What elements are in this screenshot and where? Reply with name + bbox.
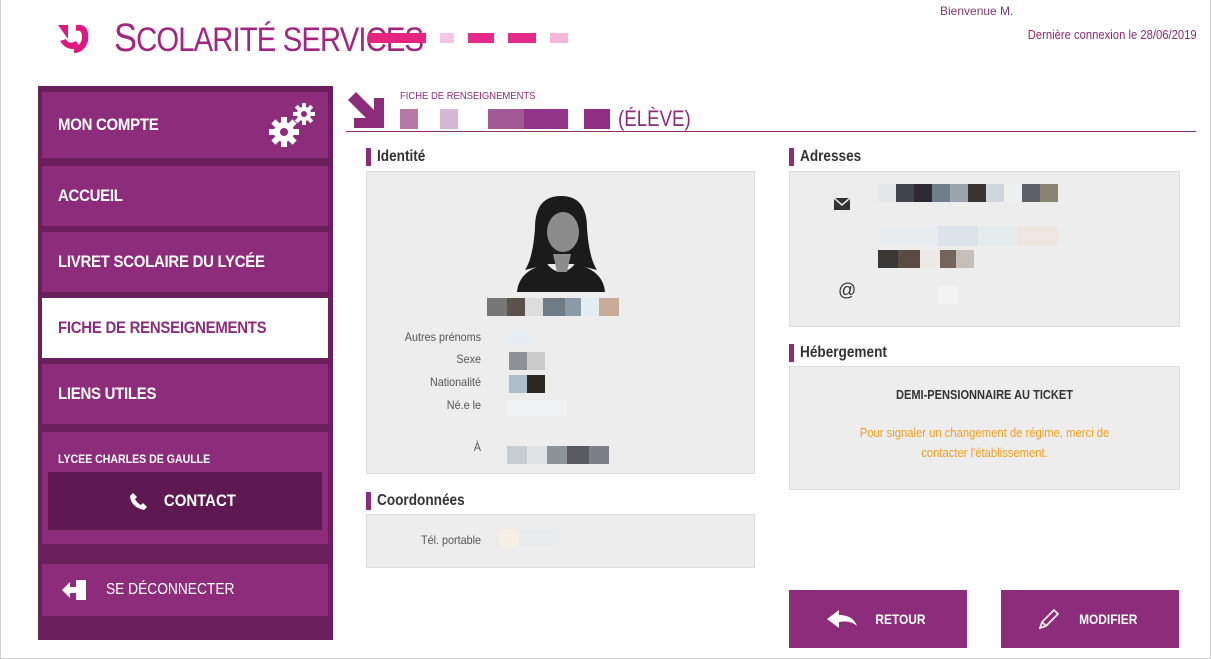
sidebar-item-label: ACCUEIL bbox=[58, 186, 123, 205]
title-divider bbox=[346, 131, 1196, 132]
logout-icon bbox=[62, 580, 86, 600]
identite-section-title: Identité bbox=[366, 148, 434, 166]
gears-icon bbox=[269, 103, 315, 147]
adresses-panel: @ bbox=[789, 171, 1180, 327]
school-box: LYCEE CHARLES DE GAULLE CONTACT bbox=[42, 432, 328, 544]
pencil-icon bbox=[1038, 608, 1059, 630]
sexe-value bbox=[509, 352, 545, 370]
lieu-naissance-value bbox=[507, 446, 609, 464]
sidebar-item-label: FICHE DE RENSEIGNEMENTS bbox=[58, 318, 267, 337]
envelope-icon bbox=[834, 198, 850, 210]
role-suffix: (ÉLÈVE) bbox=[618, 106, 691, 131]
date-naissance-value bbox=[507, 400, 567, 416]
sidebar-item-mon-compte[interactable]: MON COMPTE bbox=[42, 92, 328, 158]
sexe-label: Sexe bbox=[456, 352, 481, 366]
hebergement-section-title: Hébergement bbox=[789, 344, 902, 362]
adresses-section-title: Adresses bbox=[789, 148, 872, 166]
email-value-redacted bbox=[938, 286, 958, 304]
regime-change-message: Pour signaler un changement de régime, m… bbox=[859, 426, 1110, 460]
welcome-text: Bienvenue M. bbox=[940, 4, 1014, 18]
page-subtitle: FICHE DE RENSEIGNEMENTS bbox=[400, 90, 536, 102]
title-arrow-icon bbox=[348, 92, 384, 128]
sidebar-item-label: MON COMPTE bbox=[58, 115, 159, 134]
sidebar-item-fiche-renseignements[interactable]: FICHE DE RENSEIGNEMENTS bbox=[42, 298, 328, 358]
modifier-button[interactable]: MODIFIER bbox=[1001, 590, 1179, 648]
student-name-redacted bbox=[487, 298, 619, 316]
sidebar-item-livret-scolaire[interactable]: LIVRET SCOLAIRE DU LYCÉE bbox=[42, 232, 328, 292]
retour-button[interactable]: RETOUR bbox=[789, 590, 967, 648]
postal-address-line3-redacted bbox=[878, 250, 974, 268]
sidebar: MON COMPTE ACCUEIL LIVRET SCOLAIRE DU LY… bbox=[38, 86, 333, 640]
regime-text: DEMI-PENSIONNAIRE AU TICKET bbox=[895, 387, 1074, 402]
date-naissance-label: Né.e le bbox=[446, 398, 481, 412]
email-icon: @ bbox=[838, 280, 857, 300]
sidebar-item-accueil[interactable]: ACCUEIL bbox=[42, 166, 328, 226]
tel-portable-value bbox=[499, 529, 559, 547]
phone-icon bbox=[130, 493, 148, 510]
lieu-naissance-label: À bbox=[473, 440, 481, 454]
nationalite-label: Nationalité bbox=[429, 375, 481, 389]
identite-panel: Autres prénoms Sexe Nationalité Né.e le … bbox=[366, 171, 755, 474]
page-title: (ÉLÈVE) bbox=[400, 106, 704, 132]
coordonnees-section-title: Coordonnées bbox=[366, 492, 480, 510]
autres-prenoms-label: Autres prénoms bbox=[404, 330, 481, 344]
hebergement-panel: DEMI-PENSIONNAIRE AU TICKET Pour signale… bbox=[789, 366, 1180, 490]
retour-label: RETOUR bbox=[874, 611, 926, 627]
logout-label: SE DÉCONNECTER bbox=[106, 581, 235, 598]
autres-prenoms-value bbox=[507, 332, 529, 346]
sidebar-item-label: LIVRET SCOLAIRE DU LYCÉE bbox=[58, 252, 265, 271]
sidebar-item-label: LIENS UTILES bbox=[58, 384, 157, 403]
coordonnees-panel: Tél. portable bbox=[366, 514, 755, 568]
nationalite-value bbox=[509, 375, 545, 393]
sidebar-item-liens-utiles[interactable]: LIENS UTILES bbox=[42, 364, 328, 424]
tel-portable-label: Tél. portable bbox=[420, 533, 481, 547]
last-login-text: Dernière connexion le 28/06/2019 bbox=[1028, 28, 1197, 42]
contact-label: CONTACT bbox=[163, 491, 237, 510]
logout-button[interactable]: SE DÉCONNECTER bbox=[42, 564, 328, 616]
back-arrow-icon bbox=[826, 610, 857, 628]
contact-button[interactable]: CONTACT bbox=[48, 472, 322, 530]
logo-mark-icon bbox=[58, 24, 89, 53]
modifier-label: MODIFIER bbox=[1078, 611, 1138, 627]
student-name-redacted bbox=[400, 109, 610, 129]
avatar bbox=[517, 196, 605, 292]
postal-address-line1-redacted bbox=[878, 184, 1058, 202]
user-name-redacted bbox=[368, 33, 568, 43]
school-name: LYCEE CHARLES DE GAULLE bbox=[58, 452, 211, 466]
postal-address-line2-redacted bbox=[878, 226, 1058, 246]
